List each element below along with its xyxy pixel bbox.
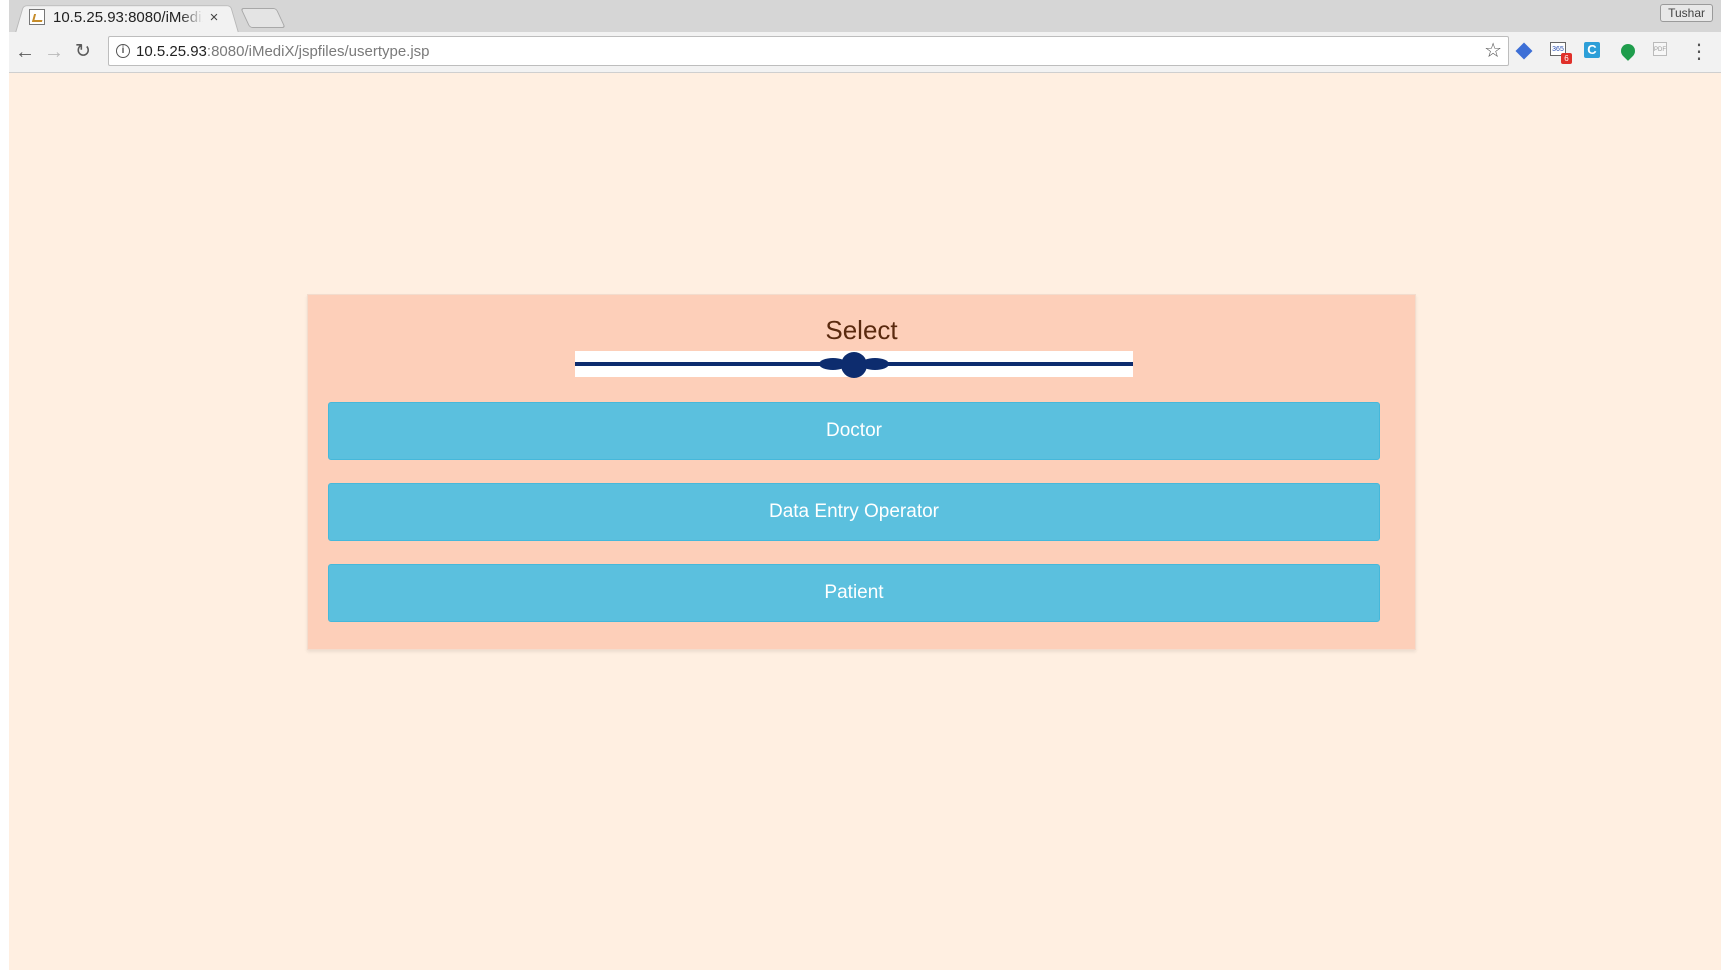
divider-center-dot xyxy=(841,352,867,378)
tab-close-icon[interactable]: × xyxy=(207,9,221,26)
patient-button[interactable]: Patient xyxy=(328,564,1380,622)
tab-strip: 10.5.25.93:8080/iMediX/jspfiles/usertype… xyxy=(9,0,1721,33)
pin-shape xyxy=(1618,41,1638,61)
forward-arrow-icon[interactable]: → xyxy=(42,40,66,64)
title-divider xyxy=(575,351,1133,378)
address-url[interactable]: 10.5.25.93:8080/iMediX/jspfiles/usertype… xyxy=(136,43,430,60)
doctor-button[interactable]: Doctor xyxy=(328,402,1380,460)
browser-window: 10.5.25.93:8080/iMediX/jspfiles/usertype… xyxy=(0,0,1721,970)
diamond-shape xyxy=(1515,42,1533,60)
address-bar[interactable]: i 10.5.25.93:8080/iMediX/jspfiles/userty… xyxy=(108,36,1509,66)
doc-label: PDF xyxy=(1653,42,1667,56)
page-favicon-icon xyxy=(29,9,45,25)
calendar-extension-icon[interactable]: 365 6 xyxy=(1550,42,1572,64)
page-viewport: Select Doctor Data Entry Operator Patien… xyxy=(9,73,1721,970)
info-icon[interactable]: i xyxy=(116,44,130,58)
profile-button[interactable]: Tushar xyxy=(1660,4,1713,22)
browser-menu-icon[interactable]: ⋮ xyxy=(1689,40,1709,64)
tab-content: 10.5.25.93:8080/iMediX/jspfiles/usertype… xyxy=(29,6,221,28)
back-arrow-icon[interactable]: ← xyxy=(13,40,37,64)
tab-title: 10.5.25.93:8080/iMediX/jspfiles/usertype… xyxy=(53,8,203,26)
browser-chrome: 10.5.25.93:8080/iMediX/jspfiles/usertype… xyxy=(9,0,1721,73)
user-type-card: Select Doctor Data Entry Operator Patien… xyxy=(307,294,1416,650)
diamond-extension-icon[interactable] xyxy=(1515,42,1533,60)
extension-badge: 6 xyxy=(1561,53,1572,64)
data-entry-operator-button[interactable]: Data Entry Operator xyxy=(328,483,1380,541)
url-host: 10.5.25.93 xyxy=(136,43,207,60)
browser-toolbar: ← → ↻ i 10.5.25.93:8080/iMediX/jspfiles/… xyxy=(9,32,1721,73)
url-path: :8080/iMediX/jspfiles/usertype.jsp xyxy=(206,43,430,60)
c-extension-icon[interactable]: C xyxy=(1584,42,1602,60)
green-pin-extension-icon[interactable] xyxy=(1618,41,1638,61)
reload-icon[interactable]: ↻ xyxy=(71,40,95,64)
page-title: Select xyxy=(825,315,898,345)
new-tab-button[interactable] xyxy=(240,8,286,28)
doc-extension-icon[interactable]: PDF xyxy=(1653,42,1671,60)
bookmark-star-icon[interactable]: ☆ xyxy=(1484,40,1502,62)
c-label: C xyxy=(1584,42,1600,58)
